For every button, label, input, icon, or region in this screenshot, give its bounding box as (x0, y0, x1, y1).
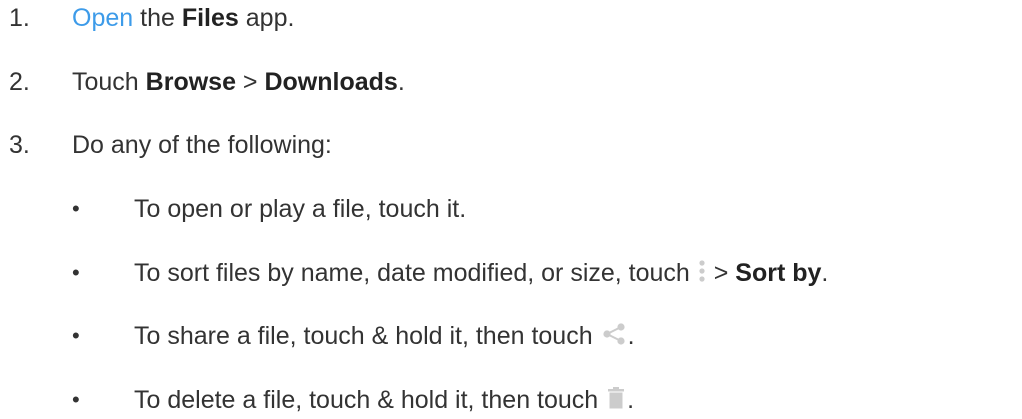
bullet-marker: • (72, 323, 80, 348)
text-fragment: . (627, 386, 635, 414)
downloads-label: Downloads (264, 68, 398, 96)
more-vert-icon (697, 259, 707, 290)
separator: > (706, 259, 736, 287)
bullet-marker: • (72, 387, 80, 412)
text-fragment: To share a file, touch & hold it, then t… (134, 322, 600, 350)
text-fragment: . (627, 322, 635, 350)
text-fragment: Touch (72, 68, 146, 96)
bullet-text: To delete a file, touch & hold it, then … (134, 385, 634, 417)
step-number: 3. (9, 131, 30, 159)
text-fragment: the (133, 4, 182, 32)
separator: > (235, 68, 265, 96)
trash-icon (605, 386, 627, 417)
text-fragment: app. (238, 4, 295, 32)
step-number: 2. (9, 68, 30, 96)
text-fragment: To delete a file, touch & hold it, then … (134, 386, 606, 414)
text-fragment: . (397, 68, 405, 96)
bullet-text: To share a file, touch & hold it, then t… (134, 321, 635, 353)
text-fragment: . (821, 259, 829, 287)
bullet-text: To sort files by name, date modified, or… (134, 258, 828, 290)
files-app-name: Files (181, 4, 239, 32)
open-link[interactable]: Open (72, 4, 133, 32)
bullet-marker: • (72, 260, 80, 285)
browse-label: Browse (145, 68, 236, 96)
bullet-marker: • (72, 196, 80, 221)
text-fragment: To sort files by name, date modified, or… (134, 259, 697, 287)
bullet-text: To open or play a file, touch it. (134, 195, 467, 223)
share-icon (600, 322, 628, 353)
step-text: Open the Files app. (72, 3, 294, 33)
step-number: 1. (9, 4, 30, 32)
sort-by-label: Sort by (735, 259, 822, 287)
step-text: Touch Browse > Downloads. (72, 67, 405, 97)
step-text: Do any of the following: (72, 131, 332, 159)
